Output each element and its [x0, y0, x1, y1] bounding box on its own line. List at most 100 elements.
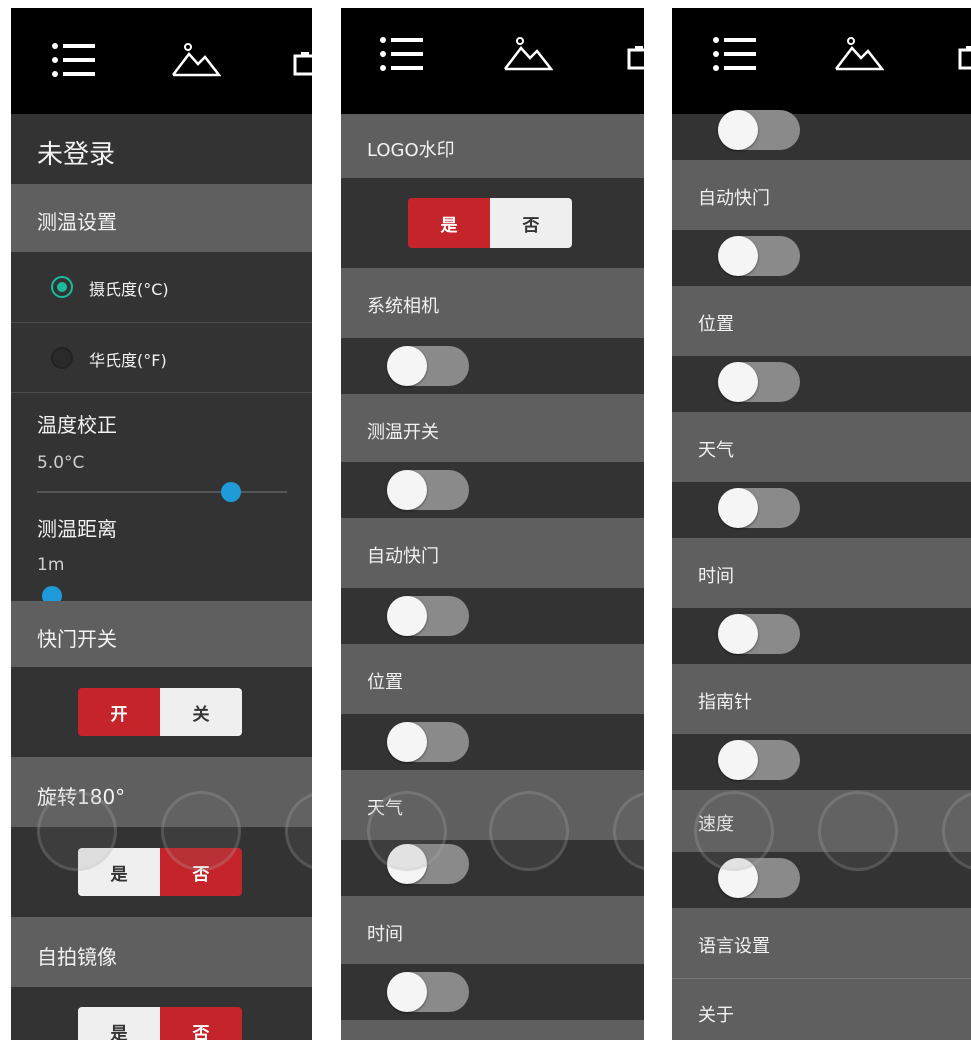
- system-camera-toggle[interactable]: [387, 346, 469, 386]
- camera-mode-icon: [694, 791, 774, 871]
- time-label: 时间: [367, 924, 403, 945]
- shutter-switch-header: 快门开关: [11, 601, 312, 667]
- settings-panel-1: 未登录 测温设置 摄氏度(°C) 华氏度(°F) 温度校正 5.0°C 测温距离…: [11, 8, 312, 1040]
- settings-panel-3: 自动快门 位置 天气 时间 指南针 速度 语言设置 关于: [672, 8, 971, 1040]
- fahrenheit-option[interactable]: 华氏度(°F): [11, 323, 312, 393]
- auto-shutter-toggle[interactable]: [718, 236, 800, 276]
- temp-correction-thumb[interactable]: [221, 482, 241, 502]
- about-row[interactable]: 关于: [672, 979, 971, 1040]
- shutter-on-button[interactable]: 开: [78, 688, 160, 736]
- selfie-mirror-label: 自拍镜像: [37, 945, 117, 969]
- shutter-switch-label: 快门开关: [37, 627, 117, 651]
- toggle-knob: [387, 470, 427, 510]
- toggle-knob: [718, 488, 758, 528]
- logo-watermark-label: LOGO水印: [367, 140, 455, 161]
- compass-row: [672, 734, 971, 790]
- mirror-no-button[interactable]: 否: [160, 1007, 242, 1040]
- toggle-knob: [387, 972, 427, 1012]
- auto-shutter-header: 自动快门: [341, 518, 644, 588]
- temp-switch-header: 测温开关: [341, 394, 644, 462]
- temp-correction-slider[interactable]: [37, 482, 287, 502]
- camera-mode-icon: [367, 791, 447, 871]
- selfie-mirror-header: 自拍镜像: [11, 917, 312, 987]
- menu-icon[interactable]: [51, 42, 97, 78]
- auto-shutter-toggle[interactable]: [387, 596, 469, 636]
- mirror-segmented[interactable]: 是 否: [78, 1007, 242, 1040]
- camera-icon[interactable]: [293, 50, 312, 76]
- settings-panel-2: LOGO水印 是 否 系统相机 测温开关 自动快门 位置 天气 时间: [341, 8, 644, 1040]
- auto-shutter-row: [672, 230, 971, 286]
- language-label: 语言设置: [698, 936, 770, 957]
- weather-label: 天气: [698, 440, 734, 461]
- camera-icon[interactable]: [627, 44, 644, 70]
- compass-toggle[interactable]: [718, 740, 800, 780]
- top-toolbar: [11, 8, 312, 114]
- menu-icon[interactable]: [379, 36, 425, 72]
- toggle-knob: [387, 346, 427, 386]
- time-header: 时间: [672, 538, 971, 608]
- temp-switch-label: 测温开关: [367, 422, 439, 443]
- crosshair-icon: [489, 791, 569, 871]
- location-toggle[interactable]: [387, 722, 469, 762]
- system-camera-label: 系统相机: [367, 296, 439, 317]
- next-header: [341, 1020, 644, 1040]
- toggle-knob: [387, 722, 427, 762]
- logo-no-button[interactable]: 否: [490, 198, 572, 248]
- temp-settings-header: 测温设置: [11, 184, 312, 252]
- fahrenheit-label: 华氏度(°F): [89, 351, 167, 370]
- camera-mode-icon: [37, 791, 117, 871]
- time-row: [672, 608, 971, 664]
- auto-shutter-row: [341, 588, 644, 644]
- location-label: 位置: [698, 314, 734, 335]
- selfie-mirror-row: 是 否: [11, 987, 312, 1040]
- camera-icon[interactable]: [958, 44, 971, 70]
- top-toolbar: [341, 8, 644, 114]
- time-toggle[interactable]: [718, 614, 800, 654]
- compass-label: 指南针: [698, 692, 752, 713]
- time-header: 时间: [341, 896, 644, 964]
- weather-row: [672, 482, 971, 538]
- temp-correction-label: 温度校正: [37, 413, 117, 437]
- time-toggle[interactable]: [387, 972, 469, 1012]
- mountain-image-icon[interactable]: [171, 42, 221, 78]
- system-camera-row: [341, 338, 644, 394]
- top-toolbar: [672, 8, 971, 114]
- about-label: 关于: [698, 1005, 734, 1026]
- location-toggle[interactable]: [718, 362, 800, 402]
- login-status-row[interactable]: 未登录: [11, 114, 312, 184]
- language-settings-row[interactable]: 语言设置: [672, 908, 971, 978]
- crosshair-icon: [161, 791, 241, 871]
- weather-header: 天气: [672, 412, 971, 482]
- time-label: 时间: [698, 566, 734, 587]
- celsius-option[interactable]: 摄氏度(°C): [11, 252, 312, 322]
- location-header: 位置: [672, 286, 971, 356]
- temp-switch-toggle[interactable]: [387, 470, 469, 510]
- partial-toggle[interactable]: [718, 110, 800, 150]
- toggle-knob: [718, 236, 758, 276]
- logo-segmented[interactable]: 是 否: [408, 198, 572, 248]
- auto-shutter-label: 自动快门: [367, 546, 439, 567]
- location-header: 位置: [341, 644, 644, 714]
- toggle-knob: [718, 740, 758, 780]
- temp-distance-slider[interactable]: [37, 586, 287, 606]
- toggle-knob: [718, 110, 758, 150]
- temp-settings-label: 测温设置: [37, 210, 117, 234]
- menu-icon[interactable]: [712, 36, 758, 72]
- shutter-off-button[interactable]: 关: [160, 688, 242, 736]
- auto-shutter-label: 自动快门: [698, 188, 770, 209]
- celsius-label: 摄氏度(°C): [89, 280, 169, 299]
- mountain-image-icon[interactable]: [503, 36, 553, 72]
- toggle-knob: [718, 614, 758, 654]
- weather-toggle[interactable]: [718, 488, 800, 528]
- fahrenheit-radio[interactable]: [51, 347, 73, 369]
- celsius-radio[interactable]: [51, 276, 73, 298]
- mirror-yes-button[interactable]: 是: [78, 1007, 160, 1040]
- temp-distance-value: 1m: [37, 555, 65, 575]
- auto-shutter-header: 自动快门: [672, 160, 971, 230]
- location-row: [672, 356, 971, 412]
- shutter-segmented[interactable]: 开 关: [78, 688, 242, 736]
- mountain-image-icon[interactable]: [834, 36, 884, 72]
- partial-toggle-row: [672, 110, 971, 160]
- logo-yes-button[interactable]: 是: [408, 198, 490, 248]
- location-row: [341, 714, 644, 770]
